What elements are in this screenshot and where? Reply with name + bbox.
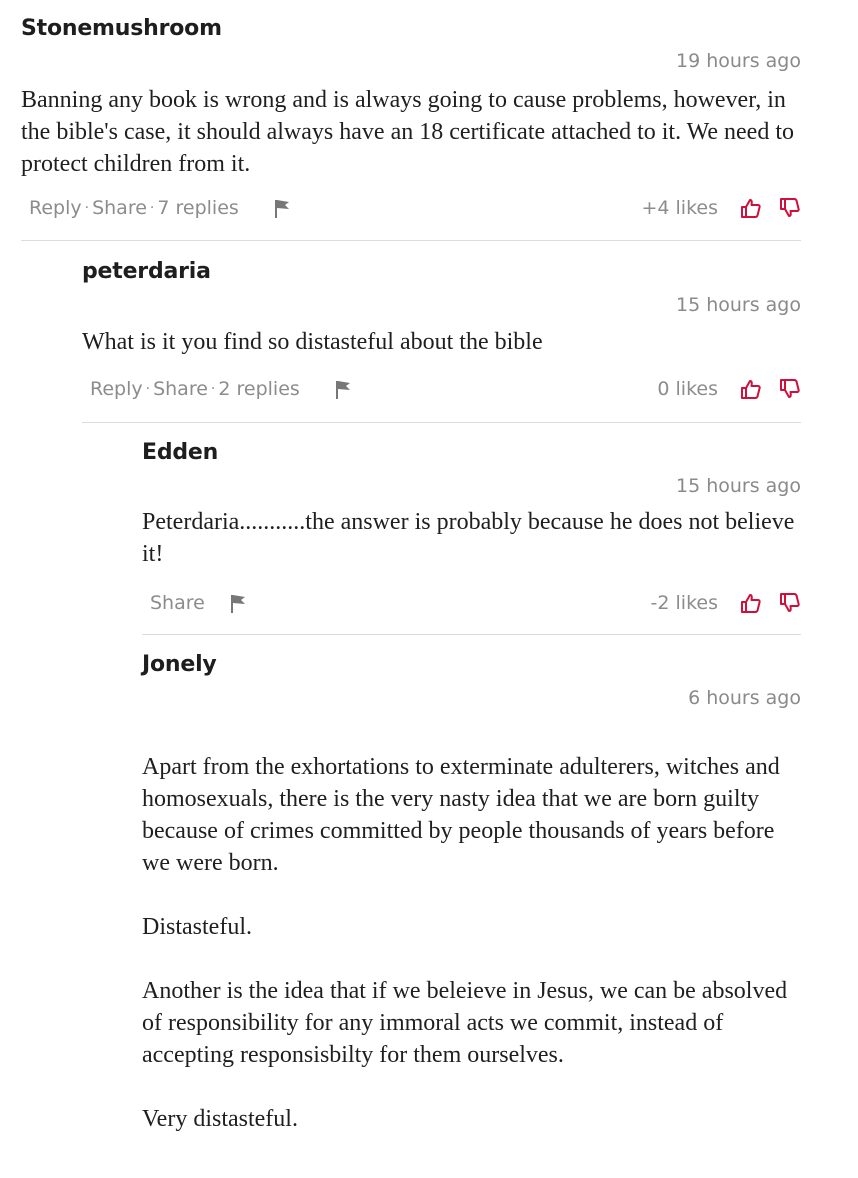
- comment-stonemushroom: Stonemushroom 19 hours ago Banning any b…: [21, 0, 801, 240]
- comment-paragraph: Banning any book is wrong and is always …: [21, 87, 795, 177]
- reply-link[interactable]: Reply: [90, 378, 143, 400]
- comment-actions: Reply · Share · 2 replies 0 likes: [82, 378, 801, 408]
- comment-paragraph: Another is the idea that if we beleieve …: [142, 978, 788, 1068]
- comment-author[interactable]: Jonely: [142, 652, 217, 677]
- comment-paragraph: Distasteful.: [142, 914, 252, 940]
- reply-link[interactable]: Reply: [29, 197, 82, 219]
- comment-timestamp: 6 hours ago: [688, 687, 801, 709]
- replies-link[interactable]: 2 replies: [218, 378, 299, 400]
- comment-paragraph: What is it you find so distasteful about…: [82, 329, 543, 355]
- separator-dot: ·: [145, 381, 151, 397]
- comment-actions: Share -2 likes: [142, 592, 801, 622]
- likes-count: -2 likes: [650, 592, 718, 614]
- comment-body: What is it you find so distasteful about…: [82, 326, 801, 358]
- report-flag-icon[interactable]: [273, 197, 293, 219]
- comment-timestamp: 15 hours ago: [675, 475, 801, 497]
- share-link[interactable]: Share: [92, 197, 147, 219]
- thumbs-up-icon[interactable]: [740, 378, 762, 400]
- separator-dot: ·: [149, 200, 155, 216]
- likes-count: 0 likes: [657, 378, 718, 400]
- thumbs-up-icon[interactable]: [740, 592, 762, 614]
- share-link[interactable]: Share: [153, 378, 208, 400]
- comment-paragraph: Very distasteful.: [142, 1106, 298, 1132]
- comment-author[interactable]: Stonemushroom: [21, 16, 222, 41]
- separator-dot: ·: [84, 200, 90, 216]
- report-flag-icon[interactable]: [229, 592, 249, 614]
- replies-link[interactable]: 7 replies: [157, 197, 238, 219]
- comment-body: Apart from the exhortations to extermina…: [142, 751, 801, 1135]
- share-link[interactable]: Share: [150, 592, 205, 614]
- likes-count: +4 likes: [641, 197, 718, 219]
- comment-paragraph: Apart from the exhortations to extermina…: [142, 754, 780, 876]
- comment-author[interactable]: Edden: [142, 440, 218, 465]
- comment-author[interactable]: peterdaria: [82, 259, 211, 284]
- comment-paragraph: Peterdaria...........the answer is proba…: [142, 509, 795, 567]
- thumbs-down-icon[interactable]: [779, 197, 801, 219]
- comment-jonely: Jonely 6 hours ago Apart from the exhort…: [142, 635, 801, 1178]
- thumbs-down-icon[interactable]: [779, 592, 801, 614]
- thumbs-up-icon[interactable]: [740, 197, 762, 219]
- report-flag-icon[interactable]: [334, 378, 354, 400]
- comment-timestamp: 15 hours ago: [675, 294, 801, 316]
- comment-body: Banning any book is wrong and is always …: [21, 84, 801, 180]
- comment-peterdaria: peterdaria 15 hours ago What is it you f…: [82, 241, 801, 422]
- comment-actions: Reply · Share · 7 replies +4 likes: [21, 197, 801, 227]
- separator-dot: ·: [210, 381, 216, 397]
- thumbs-down-icon[interactable]: [779, 378, 801, 400]
- comment-timestamp: 19 hours ago: [675, 50, 801, 72]
- comment-body: Peterdaria...........the answer is proba…: [142, 506, 801, 570]
- comment-edden: Edden 15 hours ago Peterdaria...........…: [142, 423, 801, 634]
